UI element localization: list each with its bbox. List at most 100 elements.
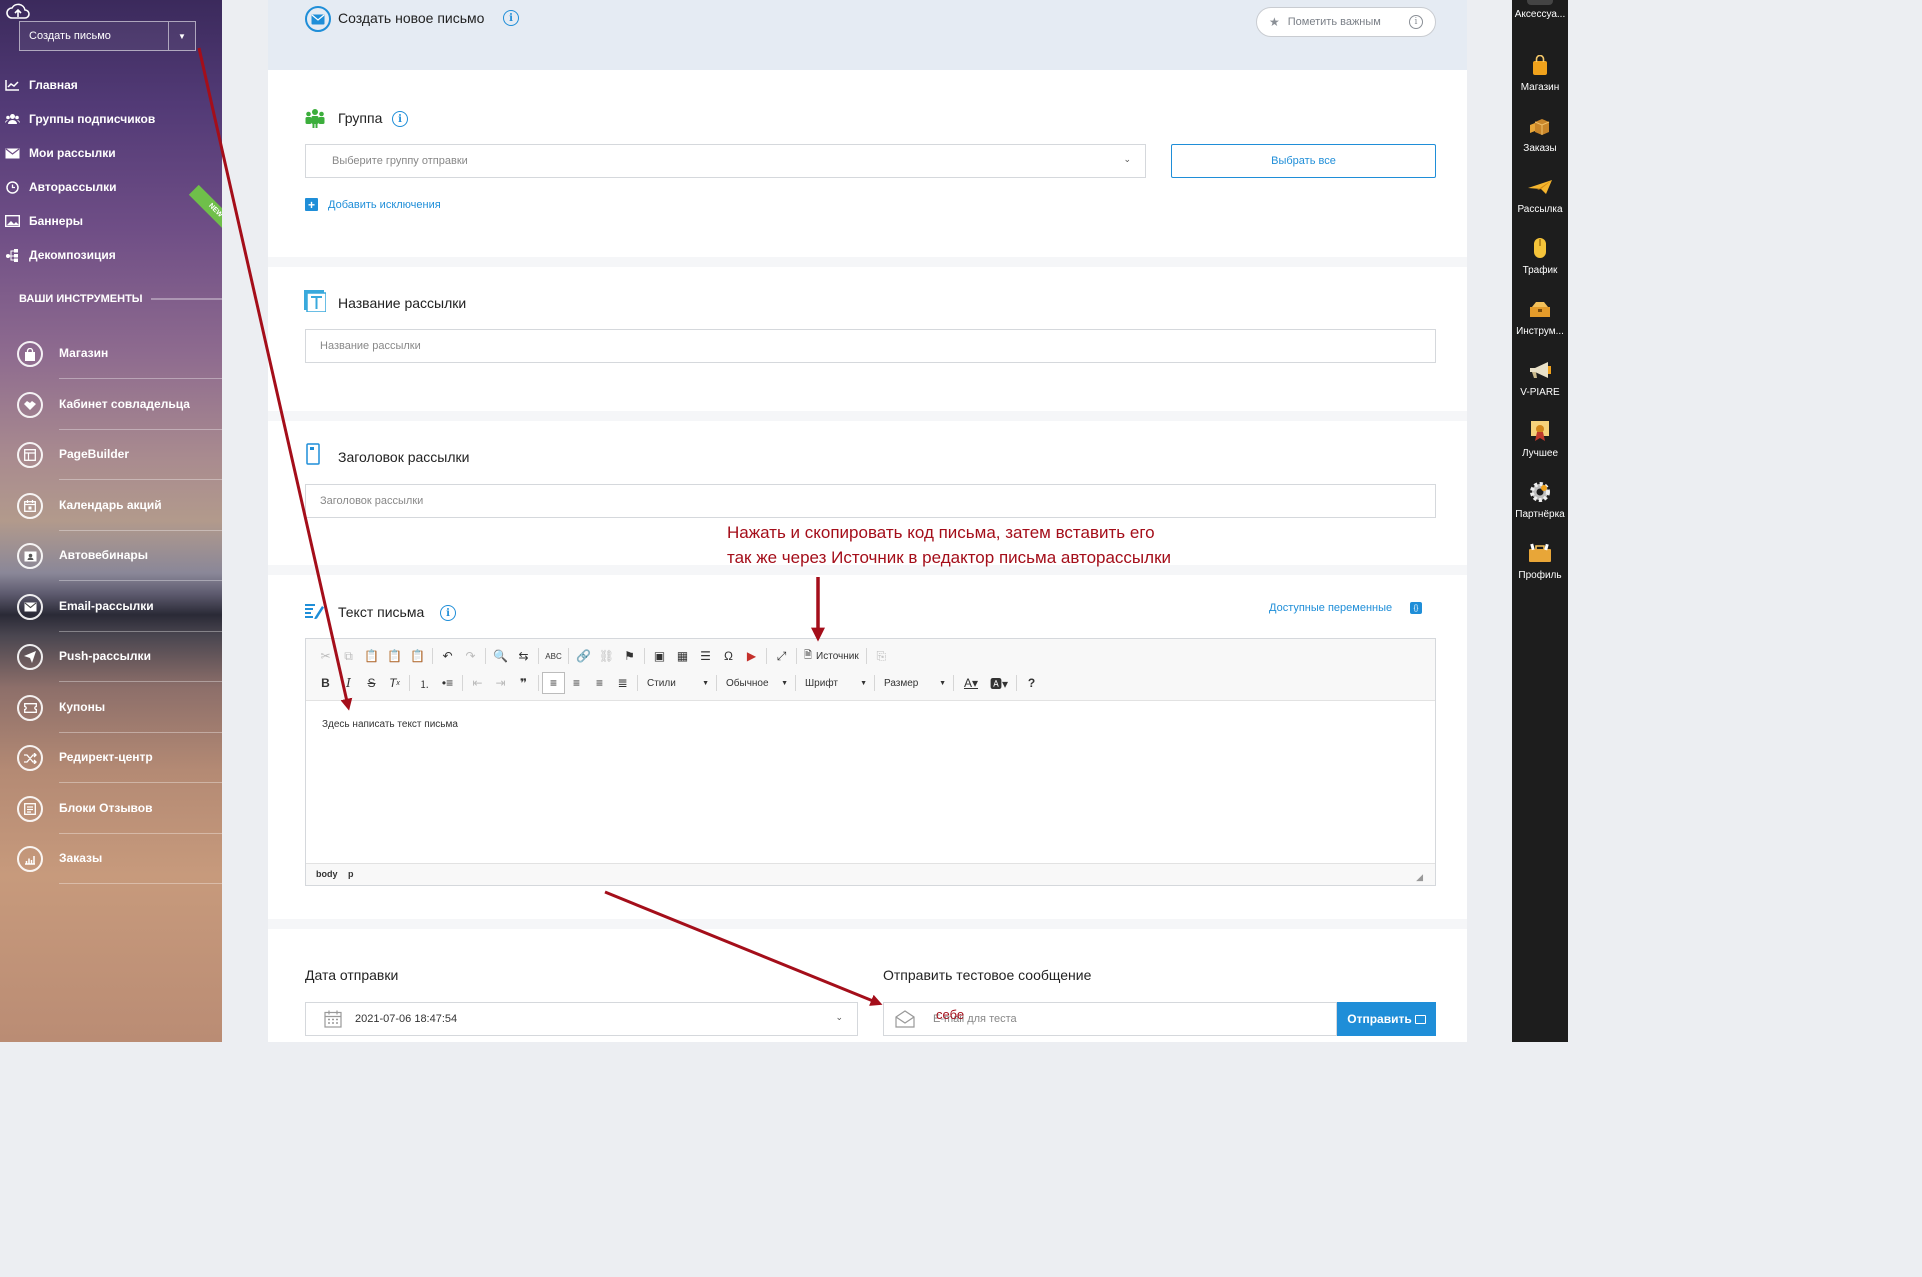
dock-item-vpiare[interactable]: V-PIARE bbox=[1512, 354, 1568, 412]
styles-dropdown[interactable]: Стили ▼ bbox=[641, 672, 713, 694]
dock-item-partner[interactable]: Партнёрка bbox=[1512, 476, 1568, 534]
unlink-icon[interactable]: ⛓ bbox=[595, 645, 618, 667]
group-select[interactable]: Выберите группу отправки ⌄ bbox=[305, 144, 1146, 178]
editor-body-text: Здесь написать текст письма bbox=[322, 719, 458, 730]
tool-item-review-blocks[interactable]: Блоки Отзывов bbox=[0, 784, 222, 834]
toolbar-separator bbox=[637, 675, 638, 691]
path-element-p[interactable]: p bbox=[348, 869, 354, 879]
chevron-down-icon[interactable]: ▼ bbox=[168, 22, 195, 50]
dock-item-accessories[interactable]: Аксессуа... bbox=[1512, 0, 1568, 34]
align-center-icon[interactable]: ≡ bbox=[565, 672, 588, 694]
italic-icon[interactable]: I bbox=[337, 672, 360, 694]
paste-icon[interactable]: 📋 bbox=[360, 645, 383, 667]
tool-item-co-owner-cabinet[interactable]: Кабинет совладельца bbox=[0, 380, 222, 430]
align-justify-icon[interactable]: ≣ bbox=[611, 672, 634, 694]
copy-icon[interactable]: ⧉ bbox=[337, 645, 360, 667]
nav-item-my-mailings[interactable]: Мои рассылки bbox=[0, 140, 222, 166]
mark-important-button[interactable]: ★ Пометить важным i bbox=[1256, 7, 1436, 37]
nav-item-decomposition[interactable]: Декомпозиция bbox=[0, 242, 222, 268]
tool-item-promo-calendar[interactable]: Календарь акций bbox=[0, 481, 222, 531]
plus-icon[interactable]: + bbox=[305, 198, 318, 212]
tool-item-redirect-center[interactable]: Редирект-центр bbox=[0, 733, 222, 783]
gear-icon bbox=[1527, 479, 1553, 505]
special-char-icon[interactable]: Ω bbox=[717, 645, 740, 667]
tool-item-push-mailings[interactable]: Push-рассылки bbox=[0, 632, 222, 682]
tool-item-autowebinars[interactable]: Автовебинары bbox=[0, 531, 222, 581]
redo-icon[interactable]: ↷ bbox=[459, 645, 482, 667]
tool-item-pagebuilder[interactable]: PageBuilder bbox=[0, 430, 222, 480]
tool-item-label: Заказы bbox=[59, 851, 103, 865]
dock-item-best[interactable]: Лучшее bbox=[1512, 415, 1568, 473]
coupon-icon bbox=[17, 695, 43, 721]
mailing-name-input[interactable]: Название рассылки bbox=[305, 329, 1436, 363]
bold-icon[interactable]: B bbox=[314, 672, 337, 694]
dock-item-label: Профиль bbox=[1518, 570, 1562, 581]
bullet-list-icon[interactable]: •≡ bbox=[436, 672, 459, 694]
editor-content-area[interactable]: Здесь написать текст письма bbox=[306, 701, 1435, 863]
nav-item-home[interactable]: Главная bbox=[0, 72, 222, 98]
cloud-upload-icon[interactable] bbox=[6, 0, 30, 22]
dock-item-traffic[interactable]: Трафик bbox=[1512, 232, 1568, 290]
tool-item-coupons[interactable]: Купоны bbox=[0, 683, 222, 733]
path-element-body[interactable]: body bbox=[316, 869, 338, 879]
dock-item-profile[interactable]: Профиль bbox=[1512, 537, 1568, 595]
table-icon[interactable]: ▦ bbox=[671, 645, 694, 667]
background-color-icon[interactable]: 🅰▾ bbox=[985, 672, 1013, 694]
info-icon[interactable]: i bbox=[440, 605, 456, 621]
users-icon bbox=[4, 112, 20, 126]
paste-word-icon[interactable]: 📋 bbox=[406, 645, 429, 667]
find-icon[interactable]: 🔍 bbox=[489, 645, 512, 667]
resize-handle-icon[interactable]: ◢ bbox=[1416, 872, 1423, 883]
dock-item-mailing[interactable]: Рассылка bbox=[1512, 171, 1568, 229]
template-icon[interactable]: ⎘ bbox=[870, 645, 893, 667]
help-icon[interactable]: ? bbox=[1020, 672, 1043, 694]
outdent-icon[interactable]: ⇤ bbox=[466, 672, 489, 694]
maximize-icon[interactable]: ⤢ bbox=[770, 645, 793, 667]
anchor-flag-icon[interactable]: ⚑ bbox=[618, 645, 641, 667]
send-test-button[interactable]: Отправить bbox=[1337, 1002, 1436, 1036]
text-color-icon[interactable]: A▾ bbox=[957, 672, 985, 694]
mailing-subject-input[interactable]: Заголовок рассылки bbox=[305, 484, 1436, 518]
blockquote-icon[interactable]: ❞ bbox=[512, 672, 535, 694]
select-all-button[interactable]: Выбрать все bbox=[1171, 144, 1436, 178]
info-icon[interactable]: i bbox=[503, 10, 519, 26]
info-icon[interactable]: i bbox=[392, 111, 408, 127]
dock-item-shop[interactable]: Магазин bbox=[1512, 49, 1568, 107]
replace-icon[interactable]: ⇆ bbox=[512, 645, 535, 667]
available-variables-link[interactable]: Доступные переменные bbox=[1269, 602, 1392, 614]
envelope-icon bbox=[895, 1010, 915, 1028]
clock-icon bbox=[4, 180, 20, 194]
tool-item-orders[interactable]: Заказы bbox=[0, 834, 222, 884]
nav-item-automailings[interactable]: Авторассылки bbox=[0, 174, 222, 200]
info-icon[interactable]: i bbox=[1409, 15, 1423, 29]
font-dropdown[interactable]: Шрифт ▼ bbox=[799, 672, 871, 694]
youtube-icon[interactable]: ▶ bbox=[740, 645, 763, 667]
source-button[interactable]: 🗎 Источник bbox=[800, 645, 863, 667]
image-icon[interactable]: ▣ bbox=[648, 645, 671, 667]
align-left-icon[interactable]: ≡ bbox=[542, 672, 565, 694]
send-date-title: Дата отправки bbox=[305, 967, 399, 983]
dock-item-orders[interactable]: Заказы bbox=[1512, 110, 1568, 168]
nav-item-banners[interactable]: Баннеры bbox=[0, 208, 222, 234]
size-dropdown[interactable]: Размер ▼ bbox=[878, 672, 950, 694]
tool-item-email-mailings[interactable]: Email-рассылки bbox=[0, 582, 222, 632]
undo-icon[interactable]: ↶ bbox=[436, 645, 459, 667]
strikethrough-icon[interactable]: S bbox=[360, 672, 383, 694]
nav-item-subscriber-groups[interactable]: Группы подписчиков bbox=[0, 106, 222, 132]
numbered-list-icon[interactable]: ⒈ bbox=[413, 672, 436, 694]
align-right-icon[interactable]: ≡ bbox=[588, 672, 611, 694]
horizontal-line-icon[interactable]: ☰ bbox=[694, 645, 717, 667]
format-dropdown[interactable]: Обычное ▼ bbox=[720, 672, 792, 694]
cut-icon[interactable]: ✂ bbox=[314, 645, 337, 667]
variables-icon[interactable]: {} bbox=[1410, 602, 1422, 614]
indent-icon[interactable]: ⇥ bbox=[489, 672, 512, 694]
add-exceptions-link[interactable]: Добавить исключения bbox=[328, 199, 441, 211]
spellcheck-icon[interactable]: ABC bbox=[542, 645, 565, 667]
create-letter-button[interactable]: Создать письмо ▼ bbox=[19, 21, 196, 51]
dock-item-tools[interactable]: Инструм... bbox=[1512, 293, 1568, 351]
link-icon[interactable]: 🔗 bbox=[572, 645, 595, 667]
send-date-input[interactable]: 2021-07-06 18:47:54 ⌄ bbox=[305, 1002, 858, 1036]
tool-item-shop[interactable]: Магазин bbox=[0, 329, 222, 379]
remove-format-icon[interactable]: Tx bbox=[383, 672, 406, 694]
paste-text-icon[interactable]: 📋 bbox=[383, 645, 406, 667]
